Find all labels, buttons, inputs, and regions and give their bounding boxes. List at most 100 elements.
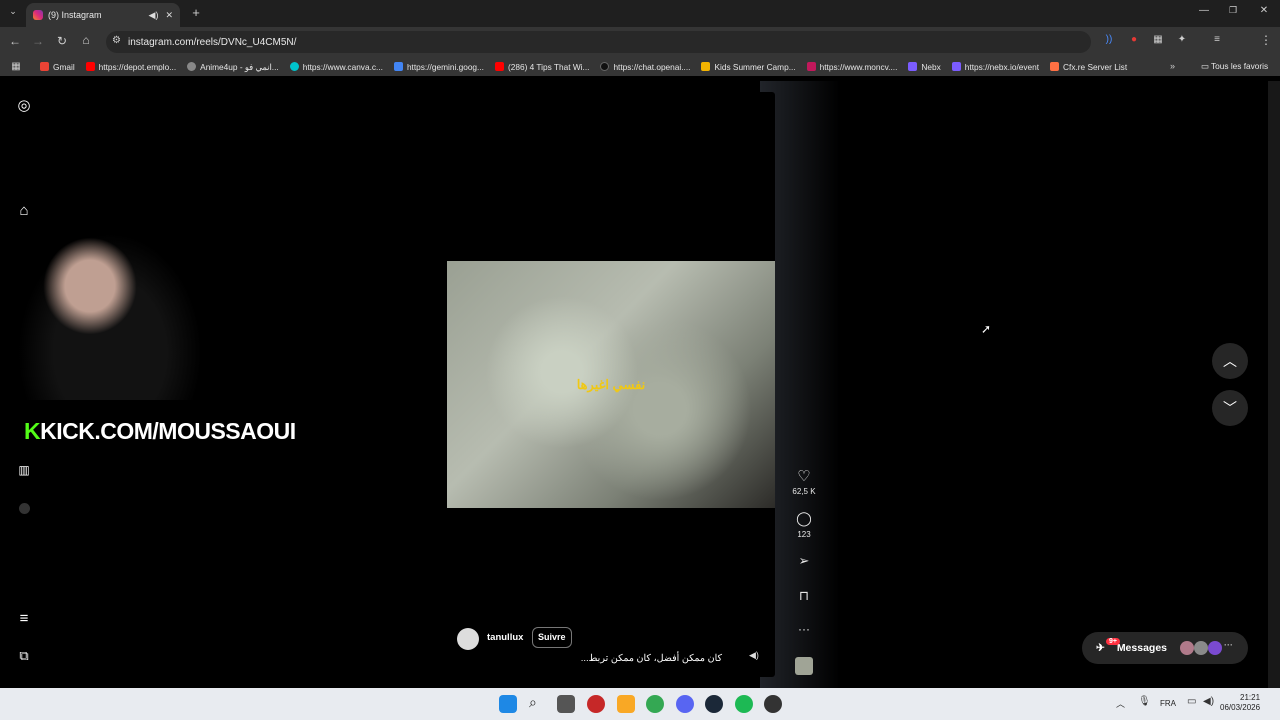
bookmark-item[interactable]: (286) 4 Tips That Wi...	[494, 61, 590, 72]
youtube-icon	[85, 62, 95, 71]
kick-logo: K	[24, 418, 41, 444]
bookmark-item[interactable]: Gmail	[40, 62, 75, 72]
apps-grid-icon[interactable]: ▦	[8, 61, 24, 72]
instagram-logo-icon[interactable]: ◎	[14, 96, 34, 116]
clock-date: 06/03/2026	[1220, 703, 1261, 712]
extension-wave-icon[interactable]: ))	[1101, 34, 1117, 45]
author-avatar[interactable]	[457, 628, 479, 650]
author-username[interactable]: tanullux	[487, 632, 523, 643]
reel-video[interactable]: نفسي اغيرها tanullux Suivre كان ممكن أفض…	[447, 92, 775, 677]
tray-chevron-up-icon[interactable]: ︿	[1116, 697, 1125, 710]
extension-grid-icon[interactable]: ▦	[1150, 34, 1166, 45]
volume-icon[interactable]: ◀)	[1203, 696, 1214, 707]
moncv-icon	[806, 62, 816, 71]
profile-nav-avatar[interactable]	[19, 503, 30, 514]
all-favorites[interactable]: ▭ Tous les favoris	[1201, 61, 1268, 71]
task-view-icon[interactable]	[557, 695, 575, 713]
nebx-icon	[951, 62, 961, 71]
tab-instagram[interactable]: (9) Instagram ◀) ✕	[26, 3, 180, 27]
url-text: instagram.com/reels/DVNc_U4CM5N/	[128, 36, 297, 48]
bookmark-item[interactable]: Anime4up - انمي فو...	[187, 62, 279, 72]
close-tab-icon[interactable]: ✕	[165, 10, 173, 21]
messages-badge: 9+	[1106, 638, 1120, 645]
bookmark-item[interactable]: Cfx.re Server List	[1050, 62, 1127, 72]
chrome-icon[interactable]	[646, 695, 664, 713]
audio-thumbnail[interactable]	[795, 657, 813, 675]
speaker-icon[interactable]: ◀)	[149, 10, 159, 21]
media-controls-icon[interactable]: ≡	[1209, 34, 1225, 45]
comment-icon[interactable]: ◯	[790, 510, 818, 527]
bookmark-item[interactable]: Kids Summer Camp...	[701, 62, 796, 72]
bookmark-item[interactable]: https://depot.emplo...	[85, 61, 177, 72]
more-icon: ···	[1224, 640, 1233, 650]
all-favorites-label: Tous les favoris	[1211, 61, 1269, 71]
mute-icon[interactable]: ◀)	[749, 650, 759, 661]
bookmark-label: https://depot.emplo...	[98, 61, 177, 72]
youtube-icon	[494, 62, 504, 71]
previous-reel-button[interactable]: ︿	[1212, 343, 1248, 379]
bookmark-label: https://www.canva.c...	[302, 61, 383, 72]
minimize-icon[interactable]: —	[1196, 5, 1212, 16]
kick-overlay: KKICK.COM/MOUSSAOUI	[24, 418, 296, 445]
folder-icon: ▭	[1201, 61, 1211, 71]
globe-icon	[187, 62, 197, 71]
windows-start-icon[interactable]	[499, 695, 517, 713]
close-window-icon[interactable]: ✕	[1256, 5, 1272, 16]
bookmark-label: https://nebx.io/event	[964, 61, 1040, 72]
windows-taskbar	[0, 688, 1280, 720]
bookmark-item[interactable]: Nebx	[908, 62, 941, 72]
restore-icon[interactable]: ❐	[1225, 5, 1241, 16]
extensions-puzzle-icon[interactable]: ✦	[1174, 34, 1190, 45]
messages-button[interactable]: ✈ 9+ Messages ···	[1082, 632, 1248, 664]
discord-icon[interactable]	[676, 695, 694, 713]
spotify-icon[interactable]	[735, 695, 753, 713]
reel-description[interactable]: كان ممكن أفضل، كان ممكن تربط...	[567, 653, 722, 664]
bookmark-item[interactable]: https://www.canva.c...	[289, 61, 383, 72]
bookmark-item[interactable]: https://nebx.io/event	[951, 61, 1040, 72]
bookmark-item[interactable]: https://www.moncv....	[806, 62, 897, 72]
home-icon[interactable]: ⌂	[78, 33, 94, 47]
steam-icon[interactable]	[705, 695, 723, 713]
app-icon[interactable]	[764, 695, 782, 713]
avatar	[1194, 641, 1208, 655]
insights-icon[interactable]: ▥	[14, 463, 34, 483]
bookmark-item[interactable]: https://chat.openai....	[600, 62, 690, 72]
follow-button[interactable]: Suivre	[532, 627, 572, 648]
avatar	[1208, 641, 1222, 655]
more-icon[interactable]: ···	[790, 622, 818, 636]
send-icon[interactable]: ➢	[790, 553, 818, 569]
new-tab-icon[interactable]: +	[188, 5, 204, 20]
streamer-webcam-overlay	[0, 210, 200, 400]
forward-icon[interactable]: →	[30, 34, 46, 48]
back-icon[interactable]: ←	[7, 34, 23, 48]
clock-time: 21:21	[1240, 693, 1261, 702]
microphone-icon[interactable]: 🎙	[1138, 696, 1151, 707]
site-info-icon[interactable]: ⚙	[112, 35, 121, 46]
app-icon[interactable]	[587, 695, 605, 713]
bookmark-icon[interactable]: ⊓	[790, 588, 818, 604]
system-clock[interactable]: 21:21 06/03/2026	[1220, 693, 1260, 713]
language-indicator[interactable]: FRA	[1160, 699, 1176, 708]
bookmark-item[interactable]: https://gemini.goog...	[393, 62, 484, 72]
extension-shield-icon[interactable]: ●	[1126, 34, 1142, 45]
messenger-icon: ✈	[1096, 642, 1105, 654]
gmail-icon	[40, 62, 49, 71]
bookmark-label: Gmail	[53, 61, 75, 72]
tab-search-icon[interactable]: ⌄	[5, 6, 21, 17]
more-apps-icon[interactable]: ⧉	[14, 648, 34, 668]
network-icon[interactable]: ▭	[1187, 696, 1196, 707]
camp-icon	[701, 62, 711, 71]
heart-icon[interactable]: ♡	[790, 467, 818, 485]
bookmark-label: (286) 4 Tips That Wi...	[507, 61, 590, 72]
menu-icon[interactable]: ⋮	[1258, 33, 1274, 47]
reload-icon[interactable]: ↻	[54, 34, 70, 48]
file-explorer-icon[interactable]	[617, 695, 635, 713]
address-bar[interactable]: ⚙ instagram.com/reels/DVNc_U4CM5N/	[106, 31, 1091, 53]
hamburger-menu-icon[interactable]: ≡	[14, 610, 34, 630]
next-reel-button[interactable]: ﹀	[1212, 390, 1248, 426]
more-bookmarks-icon[interactable]: »	[1170, 61, 1175, 71]
bookmark-label: https://chat.openai....	[613, 61, 691, 72]
comment-count: 123	[797, 530, 811, 539]
search-icon[interactable]: ⌕	[529, 694, 537, 711]
scrollbar[interactable]	[1268, 81, 1280, 688]
